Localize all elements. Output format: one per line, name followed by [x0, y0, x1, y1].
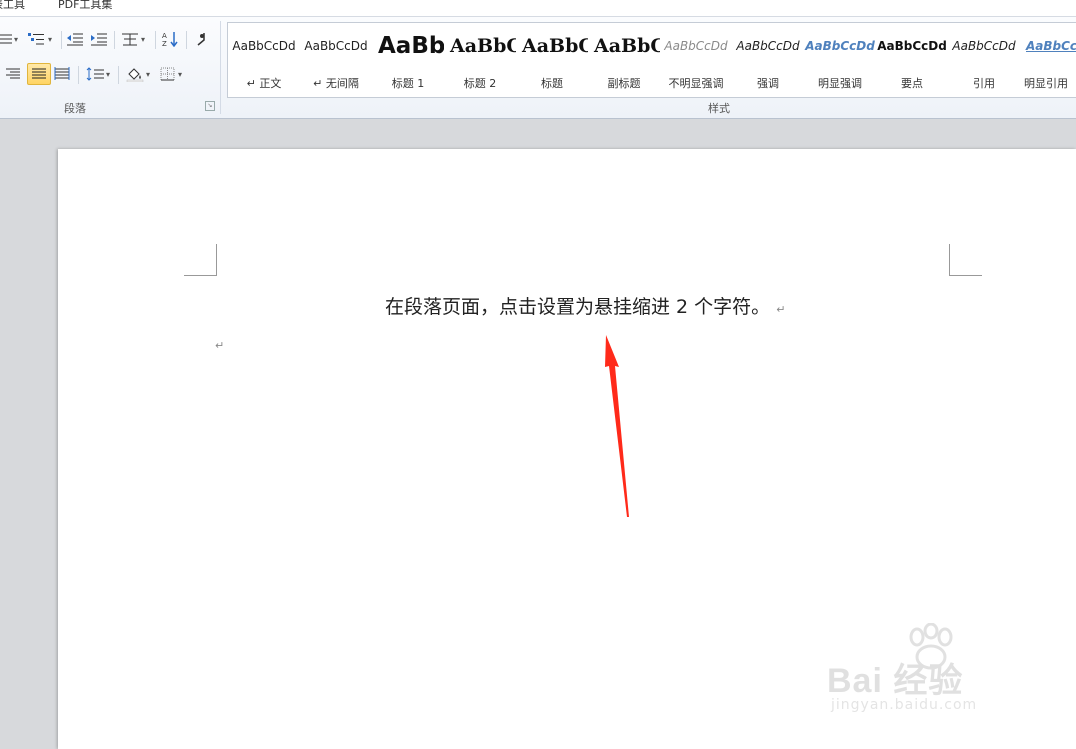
annotation-arrow	[605, 335, 629, 517]
styles-group-label: 样式	[708, 102, 730, 115]
pilcrow-icon	[197, 33, 205, 46]
align-right-icon	[6, 68, 20, 79]
style-name: ↵ 正文	[246, 77, 282, 90]
style-sample: AaBbCcDd	[232, 39, 296, 53]
toolbar-divider	[118, 66, 119, 84]
style-name: 明显强调	[818, 77, 862, 90]
style-name: 要点	[901, 77, 923, 90]
style-intense-quote[interactable]: AaBbCcDd 明显引用	[1020, 23, 1076, 97]
increase-indent-button[interactable]	[91, 29, 107, 49]
style-emphasis[interactable]: AaBbCcDd 强调	[732, 23, 804, 97]
style-sample: AaBbC	[450, 35, 516, 57]
style-strong[interactable]: AaBbCcDd 要点	[876, 23, 948, 97]
decrease-indent-icon	[67, 33, 83, 46]
style-title[interactable]: AaBbC 标题	[516, 23, 588, 97]
style-subtle-emphasis[interactable]: AaBbCcDd 不明显强调	[660, 23, 732, 97]
style-name: 引用	[973, 77, 995, 90]
style-sample: AaBbCcDd	[1026, 39, 1076, 53]
toolbar-divider	[155, 31, 156, 49]
style-name: 强调	[757, 77, 779, 90]
watermark-brand: Bai 经验	[827, 662, 964, 700]
chinese-layout-button[interactable]: ▾	[121, 29, 145, 49]
style-sample: AaBbC	[522, 35, 588, 57]
sort-button[interactable]: AZ	[162, 29, 180, 49]
paint-bucket-icon	[126, 68, 144, 82]
paragraph-dialog-launcher[interactable]: ↘	[205, 101, 215, 111]
style-name: 副标题	[607, 77, 641, 90]
toolbar-divider	[114, 31, 115, 49]
decrease-indent-button[interactable]	[67, 29, 83, 49]
style-sample: AaBbC	[594, 35, 660, 57]
increase-indent-icon	[91, 33, 107, 46]
justify-icon	[32, 68, 46, 79]
bullets-button[interactable]: ▾	[0, 29, 18, 49]
toolbar-divider	[78, 66, 79, 84]
toolbar-divider	[61, 31, 62, 49]
chevron-down-icon: ▾	[178, 69, 183, 79]
style-name: 明显引用	[1024, 77, 1068, 90]
style-sample: AaBbCcDd	[736, 39, 800, 53]
style-sample: AaBbCcDd	[664, 39, 728, 53]
style-heading-2[interactable]: AaBbC 标题 2	[444, 23, 516, 97]
distributed-icon	[54, 67, 70, 80]
line-spacing-icon	[86, 67, 104, 81]
paragraph-mark-empty: ↵	[215, 339, 225, 352]
multilevel-list-button[interactable]: ▾	[28, 29, 52, 49]
ribbon-tab-strip: 表工具 PDF工具集	[0, 0, 1076, 17]
style-normal[interactable]: AaBbCcDd ↵ 正文	[228, 23, 300, 97]
justify-button[interactable]	[27, 63, 51, 85]
multilevel-list-icon	[28, 33, 44, 45]
crop-mark-left	[184, 244, 217, 276]
line-spacing-button[interactable]: ▾	[86, 64, 110, 84]
borders-icon	[160, 67, 175, 81]
paragraph-1-text: 在段落页面，点击设置为悬挂缩进 2 个字符。	[385, 296, 771, 318]
chevron-down-icon: ▾	[48, 34, 53, 44]
svg-text:A: A	[162, 32, 167, 40]
tab-pdf-tools[interactable]: PDF工具集	[58, 0, 112, 12]
paragraph-mark: ↵	[776, 303, 786, 316]
document-area: 在段落页面，点击设置为悬挂缩进 2 个字符。 ↵ ↵ Bai 经验 jingya…	[0, 119, 1076, 749]
watermark-url: jingyan.baidu.com	[831, 697, 978, 713]
bullets-icon	[0, 34, 12, 44]
style-name: 不明显强调	[668, 77, 724, 90]
style-name: 标题 1	[391, 77, 425, 90]
style-no-spacing[interactable]: AaBbCcDd ↵ 无间隔	[300, 23, 372, 97]
style-name: 标题 2	[463, 77, 497, 90]
sort-icon: AZ	[162, 32, 178, 47]
paragraph-text[interactable]: 在段落页面，点击设置为悬挂缩进 2 个字符。 ↵	[385, 292, 785, 319]
style-sample: AaBbCcDd	[877, 39, 947, 53]
style-sample: AaBbCcDd	[952, 39, 1016, 53]
shading-button[interactable]: ▾	[126, 64, 150, 84]
chevron-down-icon: ▾	[146, 69, 151, 79]
styles-gallery: AaBbCcDd ↵ 正文 AaBbCcDd ↵ 无间隔 AaBb 标题 1 A…	[227, 22, 1076, 98]
chevron-down-icon: ▾	[141, 34, 146, 44]
baidu-jingyan-watermark: Bai 经验 jingyan.baidu.com	[823, 623, 1023, 723]
paragraph-group-label: 段落	[64, 102, 86, 115]
svg-text:Z: Z	[162, 40, 167, 47]
style-name: 标题	[541, 77, 563, 90]
style-sample: AaBbCcDd	[805, 39, 875, 53]
align-right-button[interactable]	[4, 64, 20, 84]
ribbon: ▾ ▾ ▾ AZ ▾ ▾ ▾ 段落 ↘ AaBbCcDd ↵ 正文 AaBbCc…	[0, 17, 1076, 119]
style-sample: AaBbCcDd	[304, 39, 368, 53]
show-marks-button[interactable]	[196, 29, 208, 49]
chinese-layout-icon	[122, 33, 138, 46]
group-divider	[220, 21, 221, 114]
chevron-down-icon: ▾	[106, 69, 111, 79]
toolbar-divider	[186, 31, 187, 49]
crop-mark-right	[949, 244, 982, 276]
style-quote[interactable]: AaBbCcDd 引用	[948, 23, 1020, 97]
style-heading-1[interactable]: AaBb 标题 1	[372, 23, 444, 97]
style-name: ↵ 无间隔	[313, 77, 359, 90]
chevron-down-icon: ▾	[14, 34, 19, 44]
style-intense-emphasis[interactable]: AaBbCcDd 明显强调	[804, 23, 876, 97]
borders-button[interactable]: ▾	[160, 64, 182, 84]
distributed-button[interactable]	[54, 64, 70, 84]
document-page[interactable]: 在段落页面，点击设置为悬挂缩进 2 个字符。 ↵ ↵ Bai 经验 jingya…	[58, 149, 1076, 749]
tab-table-tools[interactable]: 表工具	[0, 0, 25, 12]
style-sample: AaBb	[378, 33, 444, 59]
style-subtitle[interactable]: AaBbC 副标题	[588, 23, 660, 97]
